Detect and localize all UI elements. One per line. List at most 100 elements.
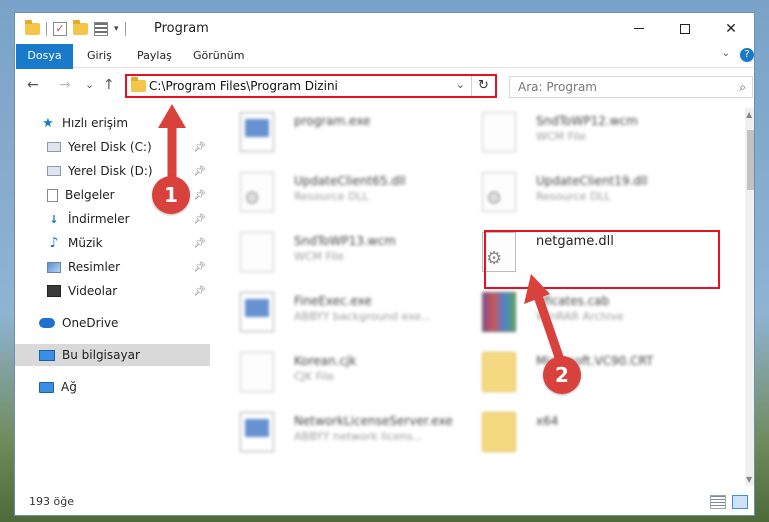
customize-toolbar-chevron-icon[interactable]: ▾ [114, 24, 119, 34]
address-history-chevron-icon[interactable]: ⌄ [456, 78, 465, 91]
pin-icon[interactable]: 📌︎ [193, 142, 206, 153]
details-view-icon[interactable] [710, 495, 726, 509]
maximize-icon [680, 23, 690, 34]
sidebar-item-music[interactable]: ♪ Müzik 📌︎ [15, 232, 210, 254]
tab-giris[interactable]: Giriş [87, 44, 112, 68]
list-item[interactable]: SndToWP13.wcm WCM File [212, 228, 452, 280]
computer-icon [39, 349, 55, 361]
tab-paylas[interactable]: Paylaş [137, 44, 172, 68]
file-type: WCM File [294, 250, 344, 263]
quick-access-toolbar: ✓ ▾ [25, 20, 126, 38]
video-icon [47, 285, 61, 297]
file-name: program.exe [294, 114, 371, 128]
address-path[interactable]: C:\Program Files\Program Dizini [149, 79, 338, 93]
search-icon[interactable]: ⌕ [739, 80, 746, 95]
sidebar-item-this-pc[interactable]: Bu bilgisayar [15, 344, 210, 366]
list-item[interactable]: NetworkLicenseServer.exe ABBYY network l… [212, 408, 453, 460]
netgame-highlight-box [484, 230, 720, 289]
file-name: x64 [536, 414, 559, 428]
pictures-icon [47, 261, 61, 273]
file-type: CJK File [294, 370, 335, 383]
exe-file-icon [240, 412, 274, 452]
pin-icon[interactable]: 📌︎ [193, 166, 206, 177]
document-icon [47, 188, 58, 202]
sidebar-item-label: Yerel Disk (C:) [68, 140, 152, 154]
close-button[interactable]: ✕ [708, 13, 754, 44]
pin-icon[interactable]: 📌︎ [193, 214, 206, 225]
file-name: NetworkLicenseServer.exe [294, 414, 453, 428]
list-item[interactable]: x64 [454, 408, 694, 460]
status-bar: 193 öğe [15, 491, 754, 515]
sidebar-item-label: İndirmeler [68, 212, 130, 226]
folder-icon [25, 20, 40, 35]
up-arrow-icon[interactable]: ↑ [103, 77, 115, 93]
list-item[interactable]: program.exe [212, 108, 452, 160]
expand-ribbon-chevron-icon[interactable]: ⌄ [722, 48, 730, 59]
back-arrow-icon[interactable]: ← [27, 77, 39, 93]
pin-icon[interactable]: 📌︎ [193, 262, 206, 273]
list-item[interactable]: UpdateClient65.dll Resource DLL [212, 168, 452, 220]
forward-arrow-icon[interactable]: → [59, 77, 71, 93]
sidebar-item-label: Müzik [68, 236, 103, 250]
download-icon: ↓ [49, 212, 59, 226]
close-icon: ✕ [725, 20, 737, 37]
sidebar-item-label: Bu bilgisayar [62, 348, 140, 362]
sidebar-item-network[interactable]: Ağ [15, 376, 210, 398]
list-item[interactable]: UpdateClient19.dll Resource DLL [454, 168, 694, 220]
pin-icon[interactable]: 📌︎ [193, 238, 206, 249]
sidebar-item-local-disk-c[interactable]: Yerel Disk (C:) 📌︎ [15, 136, 210, 158]
navigation-bar: ← → ⌄ ↑ C:\Program Files\Program Dizini … [15, 69, 754, 102]
minimize-icon [634, 28, 644, 29]
maximize-button[interactable] [662, 13, 708, 44]
properties-check-icon[interactable]: ✓ [53, 22, 67, 36]
window-controls: ✕ [616, 13, 754, 44]
cloud-icon [39, 318, 55, 328]
scroll-up-icon[interactable]: ▲ [746, 110, 752, 119]
window-title: Program [154, 21, 209, 36]
sidebar-item-onedrive[interactable]: OneDrive [15, 312, 210, 334]
item-count: 193 öğe [29, 495, 74, 508]
sidebar-item-pictures[interactable]: Resimler 📌︎ [15, 256, 210, 278]
archive-file-icon [482, 292, 516, 332]
list-item[interactable]: SndToWP12.wcm WCM File [454, 108, 694, 160]
vertical-scrollbar[interactable]: ▲ ▼ [745, 108, 754, 486]
tab-gorunum[interactable]: Görünüm [193, 44, 244, 68]
list-item[interactable]: tificates.cab WinRAR Archive [454, 288, 694, 340]
sidebar-item-label: Videolar [68, 284, 118, 298]
star-icon: ★ [42, 115, 54, 131]
file-name: FineExec.exe [294, 294, 372, 308]
pin-icon[interactable]: 📌︎ [193, 190, 206, 201]
help-icon[interactable]: ? [740, 48, 754, 62]
sidebar-item-quick-access[interactable]: ★ Hızlı erişim [15, 112, 210, 134]
refresh-icon[interactable]: ↻ [471, 76, 495, 96]
sidebar-item-label: Hızlı erişim [62, 116, 129, 130]
scroll-down-icon[interactable]: ▼ [746, 475, 752, 484]
address-bar[interactable]: C:\Program Files\Program Dizini ⌄ ↻ [125, 74, 497, 98]
search-box[interactable]: Ara: Program ⌕ [509, 76, 753, 98]
file-icon [482, 112, 516, 152]
explorer-window: ✓ ▾ Program ✕ Dosya Giriş Paylaş Görünüm… [14, 12, 755, 516]
search-input[interactable]: Ara: Program [518, 80, 597, 94]
sidebar-item-videos[interactable]: Videolar 📌︎ [15, 280, 210, 302]
file-type: ABBYY network licens... [294, 430, 424, 443]
step-marker-1: 1 [152, 176, 190, 214]
recent-locations-chevron-icon[interactable]: ⌄ [85, 78, 94, 91]
properties-icon[interactable] [94, 22, 108, 36]
list-item[interactable]: Korean.cjk CJK File [212, 348, 452, 400]
sidebar-item-label: Resimler [68, 260, 121, 274]
file-type: ABBYY background exe... [294, 310, 432, 323]
pin-icon[interactable]: 📌︎ [193, 286, 206, 297]
file-name: tificates.cab [536, 294, 610, 308]
new-folder-icon[interactable] [73, 20, 88, 35]
dll-file-icon [482, 172, 516, 212]
music-icon: ♪ [49, 234, 59, 251]
file-name: SndToWP13.wcm [294, 234, 396, 248]
file-type: WCM File [536, 130, 586, 143]
file-type: Resource DLL [536, 190, 611, 203]
scrollbar-thumb[interactable] [747, 130, 754, 190]
minimize-button[interactable] [616, 13, 662, 44]
toolbar-divider [124, 22, 126, 36]
list-item[interactable]: FineExec.exe ABBYY background exe... [212, 288, 452, 340]
sidebar-item-label: Belgeler [65, 188, 115, 202]
tiles-view-icon[interactable] [732, 495, 748, 509]
